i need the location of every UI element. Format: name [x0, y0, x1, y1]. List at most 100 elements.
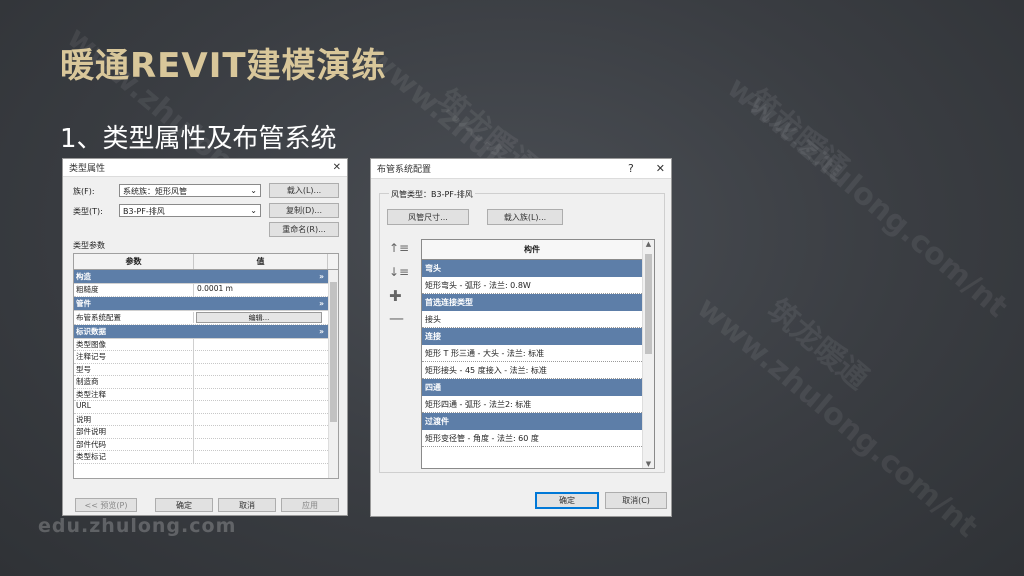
- chevron-down-icon: ⌄: [250, 206, 257, 215]
- dialog-title: 类型属性: [69, 164, 106, 174]
- table-row[interactable]: 部件代码: [74, 438, 328, 451]
- param-group[interactable]: 构造 »: [74, 270, 328, 284]
- list-item[interactable]: 矩形四通 - 弧形 - 法兰2: 标准: [422, 396, 642, 413]
- type-label: 类型(T):: [73, 207, 103, 216]
- param-name: 类型标记: [74, 451, 194, 463]
- param-value[interactable]: [194, 439, 328, 451]
- list-item[interactable]: 矩形接头 - 45 度接入 - 法兰: 标准: [422, 362, 642, 379]
- move-up-icon[interactable]: ↑≡: [389, 241, 409, 255]
- scroll-down-icon[interactable]: ▼: [643, 460, 654, 468]
- scrollbar-thumb[interactable]: [645, 254, 652, 354]
- family-value: 系统族：矩形风管: [123, 187, 187, 196]
- ok-button[interactable]: 确定: [535, 492, 599, 509]
- type-properties-dialog: 类型属性 ✕ 族(F): 系统族：矩形风管 ⌄ 载入(L)... 类型(T): …: [62, 158, 348, 516]
- param-name: 类型注释: [74, 388, 194, 400]
- preview-button[interactable]: << 预览(P): [75, 498, 137, 512]
- cancel-button[interactable]: 取消: [218, 498, 276, 512]
- param-value[interactable]: [194, 426, 328, 438]
- titlebar: 布管系统配置 ? ✕: [371, 159, 671, 179]
- duct-type-value: B3-PF-排风: [431, 190, 473, 199]
- param-value[interactable]: [194, 364, 328, 376]
- table-row[interactable]: 类型图像: [74, 338, 328, 351]
- param-value[interactable]: [194, 414, 328, 426]
- table-row[interactable]: 类型注释: [74, 388, 328, 401]
- vertical-scrollbar[interactable]: ▲ ▼: [642, 240, 654, 468]
- param-group[interactable]: 标识数据 »: [74, 324, 328, 339]
- rename-button[interactable]: 重命名(R)...: [269, 222, 339, 237]
- table-row[interactable]: 粗糙度 0.0001 m: [74, 284, 328, 297]
- param-group[interactable]: 管件 »: [74, 296, 328, 311]
- chevron-down-icon: ⌄: [250, 186, 257, 195]
- param-name: 布管系统配置: [74, 311, 194, 323]
- table-row[interactable]: 类型标记: [74, 451, 328, 464]
- param-value[interactable]: 0.0001 m: [194, 284, 328, 296]
- scroll-up-icon[interactable]: ▲: [643, 240, 654, 248]
- scrollbar-thumb[interactable]: [330, 282, 337, 422]
- watermark-url: www.zhulong.com/nt: [690, 290, 985, 545]
- cancel-button[interactable]: 取消(C): [605, 492, 667, 509]
- param-value[interactable]: [194, 389, 328, 401]
- type-params-label: 类型参数: [73, 241, 105, 250]
- load-family-button[interactable]: 载入族(L)...: [487, 209, 563, 225]
- column-header-component: 构件: [422, 240, 642, 260]
- param-name: 制造商: [74, 376, 194, 388]
- slide-title: 暖通REVIT建模演练: [60, 46, 387, 86]
- watermark-url: www.zhulong.com/nt: [720, 70, 1015, 325]
- type-select[interactable]: B3-PF-排风 ⌄: [119, 204, 261, 217]
- table-row[interactable]: 布管系统配置 编辑...: [74, 311, 328, 325]
- param-value[interactable]: [194, 376, 328, 388]
- collapse-icon[interactable]: »: [319, 272, 324, 281]
- param-name: 说明: [74, 413, 194, 425]
- group-name: 管件: [76, 298, 91, 308]
- components-table: 构件 弯头 矩形弯头 - 弧形 - 法兰: 0.8W 首选连接类型 接头 连接 …: [421, 239, 655, 469]
- collapse-icon[interactable]: »: [319, 327, 324, 336]
- param-name: 类型图像: [74, 338, 194, 350]
- param-value[interactable]: [194, 451, 328, 463]
- move-down-icon[interactable]: ↓≡: [389, 265, 409, 279]
- table-row[interactable]: 注释记号: [74, 351, 328, 364]
- list-item[interactable]: 矩形变径管 - 角度 - 法兰: 60 度: [422, 430, 642, 447]
- table-row[interactable]: URL: [74, 401, 328, 414]
- duct-size-button[interactable]: 风管尺寸...: [387, 209, 469, 225]
- table-row[interactable]: 说明: [74, 413, 328, 426]
- list-item[interactable]: 接头: [422, 311, 642, 328]
- family-select[interactable]: 系统族：矩形风管 ⌄: [119, 184, 261, 197]
- component-group: 弯头: [422, 260, 642, 277]
- component-group: 首选连接类型: [422, 294, 642, 311]
- help-icon[interactable]: ?: [628, 162, 634, 175]
- table-row[interactable]: 型号: [74, 363, 328, 376]
- list-item[interactable]: 矩形弯头 - 弧形 - 法兰: 0.8W: [422, 277, 642, 294]
- component-group: 过渡件: [422, 413, 642, 430]
- close-icon[interactable]: ✕: [656, 162, 665, 175]
- load-button[interactable]: 载入(L)...: [269, 183, 339, 198]
- vertical-scrollbar[interactable]: [328, 270, 338, 478]
- slide-subtitle: 1、类型属性及布管系统: [60, 124, 337, 154]
- watermark-brand: 筑龙暖通: [760, 292, 875, 397]
- close-icon[interactable]: ✕: [333, 162, 341, 173]
- component-group: 四通: [422, 379, 642, 396]
- param-name: URL: [74, 401, 194, 413]
- component-group: 连接: [422, 328, 642, 345]
- duct-type-row: 风管类型：B3-PF-排风: [389, 189, 475, 200]
- param-value[interactable]: [194, 401, 328, 413]
- param-name: 粗糙度: [74, 284, 194, 296]
- group-name: 构造: [76, 272, 91, 281]
- list-item[interactable]: 矩形 T 形三通 - 大头 - 法兰: 标准: [422, 345, 642, 362]
- param-value[interactable]: [194, 351, 328, 363]
- table-row[interactable]: 制造商: [74, 376, 328, 389]
- edit-button[interactable]: 编辑...: [196, 311, 322, 323]
- duct-type-label: 风管类型：: [391, 190, 431, 199]
- param-name: 型号: [74, 363, 194, 375]
- duplicate-button[interactable]: 复制(D)...: [269, 203, 339, 218]
- watermark-brand: 筑龙暖通: [740, 82, 855, 187]
- param-value[interactable]: [194, 339, 328, 351]
- add-icon[interactable]: ✚: [389, 287, 402, 305]
- param-name: 注释记号: [74, 351, 194, 363]
- group-name: 标识数据: [76, 326, 106, 336]
- table-row[interactable]: 部件说明: [74, 426, 328, 439]
- ok-button[interactable]: 确定: [155, 498, 213, 512]
- apply-button[interactable]: 应用: [281, 498, 339, 512]
- type-value: B3-PF-排风: [123, 207, 165, 216]
- collapse-icon[interactable]: »: [319, 299, 324, 308]
- remove-icon[interactable]: —: [389, 309, 404, 327]
